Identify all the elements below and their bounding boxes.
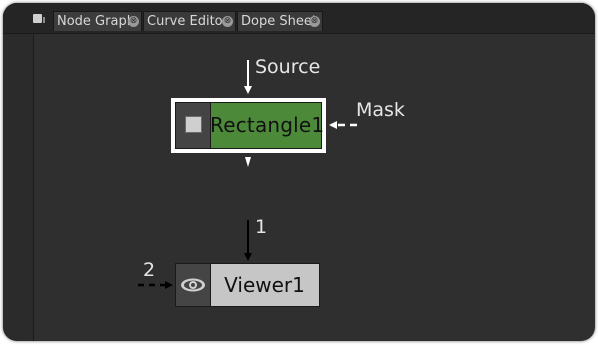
viewer-input-2-label: 2 [143,259,156,281]
viewer-input-1-label: 1 [255,216,268,238]
square-icon [185,116,202,133]
source-input-label: Source [255,56,321,78]
close-icon[interactable]: ⊗ [128,16,139,27]
tab-label: Node Graph [57,14,135,29]
mask-input-label: Mask [356,99,405,121]
close-icon[interactable]: ⊗ [309,16,320,27]
tab-label: Dope Sheet [241,14,317,29]
tab-label: Curve Editor [147,14,228,29]
tab-node-graph[interactable]: Node Graph ⊗ [53,11,142,31]
tab-bar: Node Graph ⊗ Curve Editor ⊗ Dope Sheet ⊗ [3,3,595,34]
close-icon[interactable]: ⊗ [222,16,233,27]
rectangle-node[interactable]: Rectangle1 [171,98,326,153]
viewer-node-label: Viewer1 [224,273,305,297]
rectangle-node-icon-box [176,103,211,148]
tab-dope-sheet[interactable]: Dope Sheet ⊗ [237,11,323,31]
viewer-node[interactable]: Viewer1 [175,263,320,307]
pane-menu-icon[interactable] [33,14,45,23]
eye-icon [181,278,205,292]
viewer-node-icon-box [176,264,211,306]
left-toolbar-strip [3,3,34,341]
rectangle-node-label: Rectangle1 [210,113,325,137]
tab-curve-editor[interactable]: Curve Editor ⊗ [143,11,236,31]
rectangle-node-body[interactable]: Rectangle1 [175,102,325,149]
